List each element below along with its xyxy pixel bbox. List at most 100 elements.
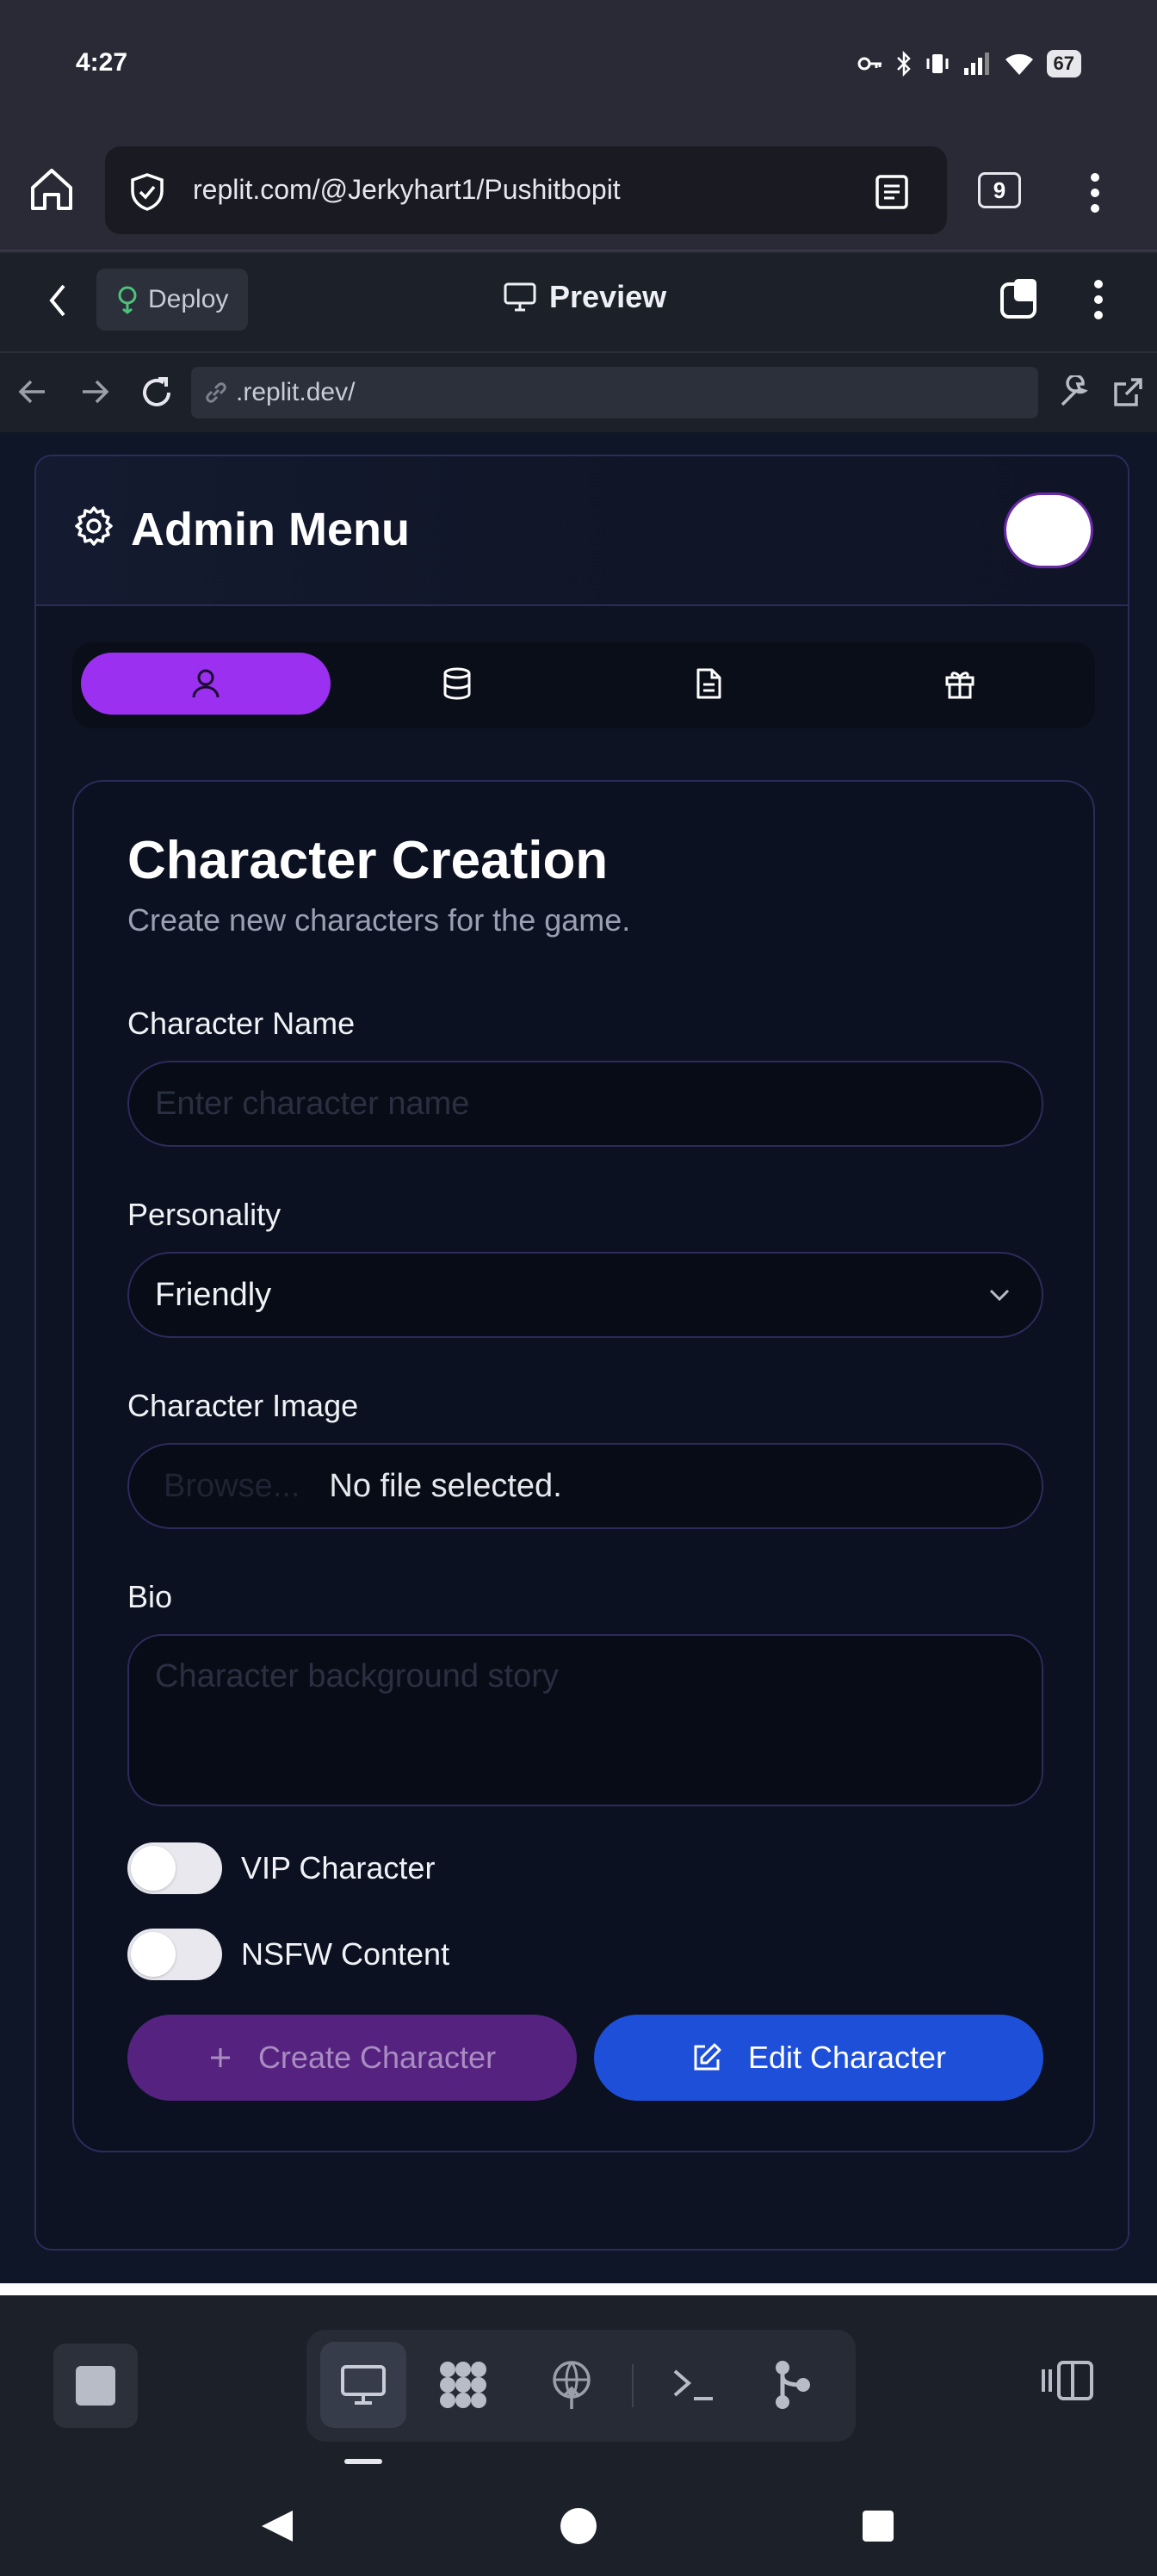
url-bar[interactable]: replit.com/@Jerkyhart1/Pushitbopit [105, 146, 947, 234]
clock: 4:27 [76, 48, 128, 77]
document-icon [695, 667, 722, 700]
card-title: Character Creation [127, 831, 609, 890]
monitor-icon [339, 2363, 387, 2406]
character-name-input[interactable]: Enter character name [127, 1061, 1043, 1147]
monitor-icon [503, 282, 537, 313]
edit-character-label: Edit Character [747, 2040, 947, 2075]
admin-tabs [72, 642, 1095, 728]
bio-label: Bio [127, 1579, 173, 1614]
browser-toolbar: replit.com/@Jerkyhart1/Pushitbopit 9 [0, 138, 1157, 251]
nav-back-icon[interactable] [258, 2507, 296, 2545]
personality-value: Friendly [155, 1276, 272, 1313]
theme-toggle[interactable] [1004, 492, 1093, 568]
deploy-tool[interactable] [529, 2342, 615, 2428]
preview-title: Preview [503, 279, 666, 315]
wifi-icon [1004, 51, 1035, 77]
vip-toggle-row: VIP Character [127, 1842, 435, 1894]
deploy-label: Deploy [148, 285, 229, 313]
tab-rewards[interactable] [835, 653, 1085, 715]
battery-indicator: 67 [1046, 50, 1081, 77]
gear-icon [72, 505, 115, 548]
personality-select[interactable]: Friendly [127, 1252, 1043, 1338]
stop-icon [76, 2366, 115, 2406]
character-name-label: Character Name [127, 1006, 356, 1041]
tab-switcher-button[interactable]: 9 [978, 172, 1021, 208]
vip-toggle[interactable] [127, 1842, 222, 1894]
wrench-icon[interactable] [1057, 375, 1092, 410]
preview-tool[interactable] [320, 2342, 406, 2428]
webview-url-text: .replit.dev/ [236, 378, 356, 406]
arrow-right-icon[interactable] [79, 377, 110, 406]
apps-tool[interactable] [420, 2342, 506, 2428]
tab-documents[interactable] [584, 653, 833, 715]
create-character-label: Create Character [257, 2040, 497, 2075]
preview-label: Preview [549, 279, 667, 314]
sidebar-toggle-icon[interactable] [1040, 2359, 1095, 2402]
nav-home-icon[interactable] [560, 2507, 597, 2545]
replit-bottom-toolbar [0, 2295, 1157, 2473]
edit-character-button[interactable]: Edit Character [594, 2015, 1043, 2101]
create-character-button[interactable]: Create Character [127, 2015, 577, 2101]
chevron-down-icon [988, 1288, 1011, 1302]
more-vertical-icon[interactable] [1090, 172, 1100, 214]
personality-label: Personality [127, 1197, 282, 1232]
divider [0, 2283, 1157, 2295]
globe-upload-icon [548, 2359, 596, 2411]
file-status: No file selected. [329, 1467, 562, 1504]
tab-database[interactable] [332, 653, 582, 715]
webview-address-bar: .replit.dev/ [0, 353, 1157, 432]
external-link-icon[interactable] [1111, 375, 1145, 410]
deploy-icon [115, 285, 139, 314]
webview-url-input[interactable]: .replit.dev/ [191, 367, 1038, 418]
nsfw-toggle[interactable] [127, 1929, 222, 1980]
replit-header: Deploy Preview [0, 253, 1157, 353]
arrow-left-icon[interactable] [17, 377, 48, 406]
grid-blob-icon [437, 2359, 489, 2411]
admin-panel: Admin Menu Character Creation Create new… [34, 455, 1129, 2251]
status-icons: 67 [857, 50, 1081, 77]
stop-button[interactable] [53, 2344, 138, 2428]
nsfw-label: NSFW Content [241, 1936, 450, 1972]
user-icon [191, 668, 220, 699]
scroll-indicator [344, 2459, 382, 2464]
character-image-label: Character Image [127, 1388, 359, 1423]
pane-switch-icon[interactable] [999, 276, 1042, 320]
tool-group [306, 2330, 856, 2442]
gift-icon [944, 667, 975, 700]
database-icon [442, 667, 472, 700]
key-icon [857, 55, 883, 72]
terminal-icon [670, 2366, 718, 2404]
character-image-file-input[interactable]: Browse... No file selected. [127, 1443, 1043, 1529]
home-icon[interactable] [28, 165, 76, 214]
branch-icon [770, 2359, 814, 2411]
nav-recents-icon[interactable] [861, 2509, 895, 2543]
app-viewport: Admin Menu Character Creation Create new… [0, 432, 1157, 2283]
android-nav-bar [0, 2473, 1157, 2576]
reader-mode-icon[interactable] [875, 174, 909, 210]
plus-icon [208, 2046, 232, 2070]
status-bar: 4:27 67 [0, 0, 1157, 138]
back-chevron-icon[interactable] [46, 282, 69, 319]
bluetooth-icon [895, 51, 913, 77]
url-text[interactable]: replit.com/@Jerkyhart1/Pushitbopit [193, 174, 621, 206]
tool-separator [632, 2364, 634, 2407]
browse-button[interactable]: Browse... [164, 1468, 300, 1505]
admin-header: Admin Menu [36, 456, 1128, 606]
card-description: Create new characters for the game. [127, 902, 631, 938]
tab-characters[interactable] [81, 653, 331, 715]
more-vertical-icon[interactable] [1093, 279, 1104, 320]
deploy-button[interactable]: Deploy [96, 269, 248, 331]
shell-tool[interactable] [651, 2342, 737, 2428]
nsfw-toggle-row: NSFW Content [127, 1929, 449, 1980]
character-creation-card: Character Creation Create new characters… [72, 780, 1095, 2152]
bio-textarea[interactable]: Character background story [127, 1634, 1043, 1806]
shield-check-icon[interactable] [127, 172, 167, 212]
link-icon [203, 380, 229, 406]
admin-title: Admin Menu [131, 504, 410, 555]
vip-label: VIP Character [241, 1850, 436, 1886]
refresh-icon[interactable] [139, 375, 174, 410]
git-tool[interactable] [749, 2342, 835, 2428]
edit-icon [691, 2042, 722, 2073]
signal-icon [962, 51, 992, 77]
vibrate-icon [925, 52, 950, 76]
